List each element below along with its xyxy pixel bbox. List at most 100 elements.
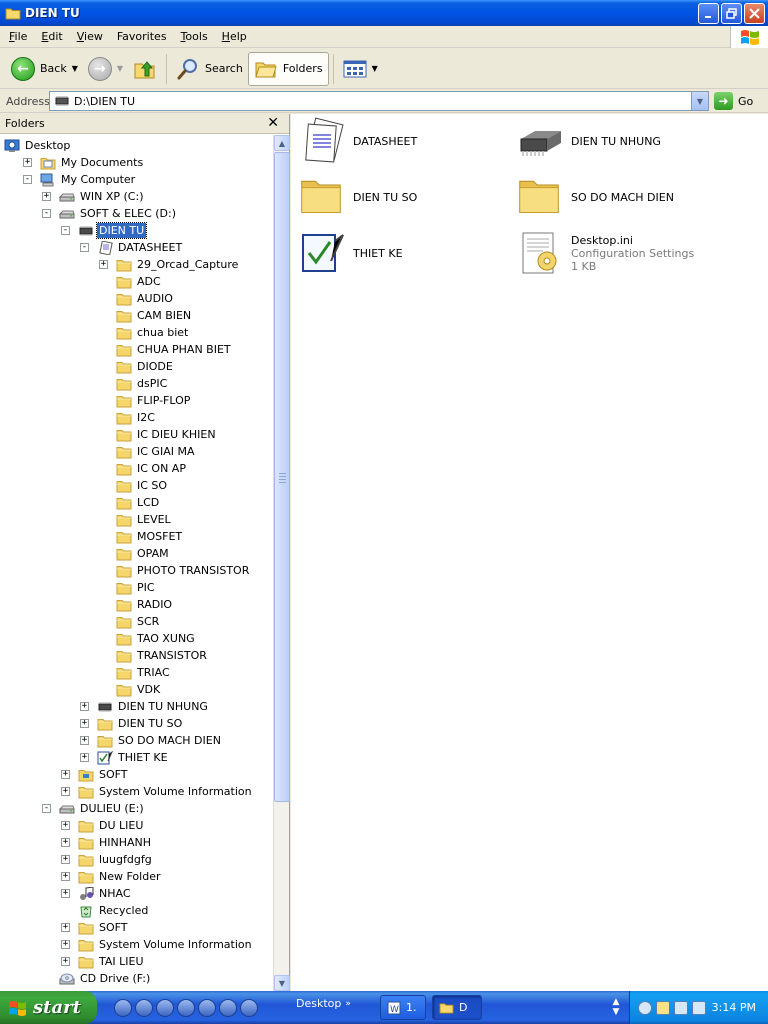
tree-item[interactable]: AUDIO [99,290,175,307]
expand-icon[interactable]: + [80,719,89,728]
tree-item[interactable]: Desktop [4,137,72,154]
tree-item[interactable]: + System Volume Information [61,783,254,800]
expand-icon[interactable]: + [80,702,89,711]
monitor-icon[interactable] [692,1000,706,1015]
expand-icon[interactable]: + [42,192,51,201]
clock[interactable]: 3:14 PM [712,1001,756,1014]
file-tile[interactable]: DIEN TU NHUNG [517,116,661,166]
chevron-down-icon[interactable]: ▼ [72,64,78,73]
expand-icon[interactable]: + [61,957,70,966]
tree-item[interactable]: SCR [99,613,161,630]
address-dropdown-button[interactable]: ▼ [691,92,708,110]
taskbar-scroll-arrows[interactable]: ▲ ▼ [608,995,624,1019]
tree-item[interactable]: + TAI LIEU [61,953,146,970]
tree-item[interactable]: + SO DO MACH DIEN [80,732,223,749]
file-tile[interactable]: SO DO MACH DIEN [517,172,674,222]
tree-item[interactable]: TAO XUNG [99,630,197,647]
tree-item[interactable]: + SOFT [61,766,130,783]
go-button[interactable]: ➜ Go [714,92,753,110]
tree-item[interactable]: dsPIC [99,375,169,392]
tree-item[interactable]: LEVEL [99,511,173,528]
tree-item[interactable]: - DATASHEET [80,239,184,256]
file-list-view[interactable]: DATASHEET DIEN TU NHUNG DIEN TU SO SO DO MA… [291,114,768,991]
collapse-icon[interactable]: - [80,243,89,252]
desktop-toolbar[interactable]: Desktop » [296,997,351,1010]
pause-icon[interactable] [156,999,174,1017]
scroll-down-button[interactable]: ▼ [274,975,290,991]
tree-scrollbar[interactable]: ▲ ▼ [273,135,290,991]
stop-icon[interactable] [135,999,153,1017]
tree-item[interactable]: IC SO [99,477,169,494]
close-pane-icon[interactable]: ✕ [267,115,279,131]
menu-help[interactable]: Help [215,30,254,43]
tree-item[interactable]: +29_Orcad_Capture [99,256,240,273]
expand-icon[interactable]: + [61,923,70,932]
show-hidden-icons-icon[interactable] [638,1000,652,1015]
menu-favorites[interactable]: Favorites [110,30,174,43]
tree-item[interactable]: + HINHANH [61,834,153,851]
tree-item[interactable]: TRIAC [99,664,172,681]
expand-icon[interactable]: + [80,736,89,745]
tree-item[interactable]: - DULIEU (E:) [42,800,146,817]
collapse-icon[interactable]: - [61,226,70,235]
tree-item[interactable]: OPAM [99,545,171,562]
menu-tools[interactable]: Tools [174,30,215,43]
expand-icon[interactable]: + [61,940,70,949]
tree-item[interactable]: VDK [99,681,162,698]
tree-item[interactable]: IC DIEU KHIEN [99,426,218,443]
expand-icon[interactable]: + [61,855,70,864]
tree-item[interactable]: IC GIAI MA [99,443,196,460]
tree-item[interactable]: ADC [99,273,163,290]
network-icon[interactable] [674,1000,688,1015]
chevron-down-icon[interactable]: ▼ [117,64,123,73]
address-input[interactable]: D:\DIEN TU ▼ [49,91,709,111]
file-tile[interactable]: Desktop.ini Configuration Settings 1 KB [517,228,694,278]
menu-edit[interactable]: Edit [34,30,69,43]
tree-item[interactable]: + NHAC [61,885,133,902]
tree-item[interactable]: + luugfdgfg [61,851,154,868]
tree-item[interactable]: CHUA PHAN BIET [99,341,233,358]
menu-view[interactable]: View [70,30,110,43]
media-player-icon[interactable] [114,999,132,1017]
start-button[interactable]: start [0,991,97,1024]
file-tile[interactable]: DATASHEET [299,116,417,166]
tree-item[interactable]: Recycled [61,902,150,919]
scroll-thumb[interactable] [274,152,290,802]
tree-item[interactable]: + THIET KE [80,749,170,766]
maximize-button[interactable] [721,3,742,24]
next-icon[interactable] [219,999,237,1017]
task-button-word[interactable]: W 1. [380,995,426,1020]
tree-item[interactable]: - DIEN TU [61,222,148,239]
tree-item[interactable]: + My Documents [23,154,145,171]
views-button[interactable]: ▼ [338,52,383,86]
scroll-up-button[interactable]: ▲ [274,135,290,151]
tree-item[interactable]: PHOTO TRANSISTOR [99,562,251,579]
tree-item[interactable]: RADIO [99,596,174,613]
expand-icon[interactable]: + [61,821,70,830]
tree-item[interactable]: IC ON AP [99,460,188,477]
previous-icon[interactable] [198,999,216,1017]
tree-item[interactable]: + DIEN TU SO [80,715,184,732]
minimize-button[interactable] [698,3,719,24]
tree-item[interactable]: + System Volume Information [61,936,254,953]
volume-icon[interactable] [240,999,258,1017]
tree-item[interactable]: LCD [99,494,161,511]
expand-icon[interactable]: + [99,260,108,269]
tree-item[interactable]: I2C [99,409,157,426]
back-button[interactable]: ← Back ▼ [6,52,83,86]
folders-button[interactable]: Folders [247,51,329,86]
tree-item[interactable]: chua biet [99,324,190,341]
forward-button[interactable]: → ▼ [83,52,128,86]
collapse-icon[interactable]: - [42,209,51,218]
folder-tray-icon[interactable] [656,1000,670,1015]
expand-icon[interactable]: + [61,770,70,779]
tree-item[interactable]: + SOFT [61,919,130,936]
tree-item[interactable]: DIODE [99,358,175,375]
up-folder-button[interactable] [128,52,162,86]
tree-item[interactable]: - SOFT & ELEC (D:) [42,205,178,222]
stop-icon[interactable] [177,999,195,1017]
tree-item[interactable]: PIC [99,579,157,596]
expand-icon[interactable]: + [61,838,70,847]
folder-tree[interactable]: Desktop + My Documents - My Computer + WIN XP … [0,135,273,991]
menu-file[interactable]: File [2,30,34,43]
